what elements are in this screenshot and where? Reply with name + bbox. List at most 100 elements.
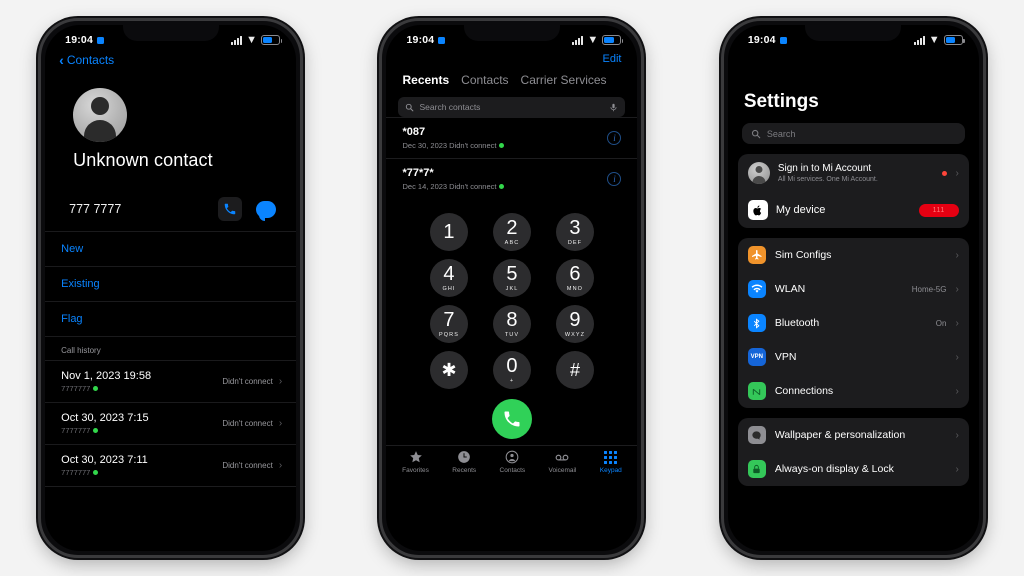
key-6[interactable]: 6 MNO bbox=[555, 259, 594, 297]
search-placeholder: Search contacts bbox=[419, 102, 481, 112]
contact-header: Unknown contact bbox=[45, 88, 296, 171]
call-date: Oct 30, 2023 7:15 bbox=[61, 412, 149, 424]
settings-item-wallpaper[interactable]: Wallpaper & personalization › bbox=[738, 418, 969, 452]
call-history-row[interactable]: Oct 30, 2023 7:15 7777777 Didn't connect… bbox=[45, 402, 297, 444]
key-8[interactable]: 8 TUV bbox=[492, 305, 531, 343]
lock-icon bbox=[747, 460, 766, 478]
voicemail-icon bbox=[555, 450, 569, 464]
phone-1-contact-details: 19:04 ▼ ‹ Contacts Unknown contact 777 7… bbox=[38, 18, 304, 558]
chevron-right-icon: › bbox=[955, 249, 959, 261]
recording-indicator-icon bbox=[97, 36, 105, 44]
battery-icon bbox=[943, 35, 965, 45]
key-1[interactable]: 1 bbox=[429, 213, 468, 251]
key-3[interactable]: 3 DEF bbox=[555, 213, 594, 251]
tab-favorites[interactable]: Favorites bbox=[402, 450, 429, 474]
key-0[interactable]: 0 + bbox=[492, 351, 531, 389]
chevron-left-icon: ‹ bbox=[59, 52, 64, 68]
wifi-icon: ▼ bbox=[587, 33, 599, 46]
chevron-right-icon: › bbox=[278, 376, 283, 387]
call-info-button[interactable]: i bbox=[607, 131, 622, 145]
my-device-label: My device bbox=[775, 204, 826, 216]
call-number: 7777777 bbox=[61, 468, 91, 477]
settings-item-always-on-display[interactable]: Always-on display & Lock › bbox=[738, 452, 969, 486]
back-to-contacts-button[interactable]: ‹ Contacts bbox=[59, 53, 114, 67]
bluetooth-icon bbox=[747, 314, 766, 332]
avatar bbox=[747, 162, 770, 184]
recent-title: *77*7* bbox=[402, 167, 434, 179]
phone-icon bbox=[224, 203, 236, 215]
phone-2-screen: 19:04 ▼ Edit Recents Contacts Carrier Se… bbox=[386, 25, 638, 551]
settings-item-bluetooth[interactable]: Bluetooth On › bbox=[738, 306, 969, 340]
settings-label: Connections bbox=[774, 385, 834, 397]
key-5[interactable]: 5 JKL bbox=[492, 259, 531, 297]
call-button[interactable] bbox=[491, 399, 532, 439]
settings-item-sim-configs[interactable]: Sim Configs › bbox=[738, 238, 969, 272]
recent-title: *087 bbox=[402, 126, 426, 138]
tab-contacts[interactable]: Contacts bbox=[461, 73, 508, 87]
personalization-card: Wallpaper & personalization › Always-on … bbox=[737, 418, 969, 486]
key-star[interactable]: ✱ bbox=[429, 351, 468, 389]
call-action-row bbox=[386, 389, 637, 445]
key-hash[interactable]: # bbox=[555, 351, 594, 389]
settings-search-input[interactable]: Search bbox=[741, 123, 965, 144]
tab-keypad[interactable]: Keypad bbox=[600, 450, 622, 474]
tab-carrier-services[interactable]: Carrier Services bbox=[521, 73, 607, 87]
call-status: Didn't connect bbox=[222, 419, 273, 428]
call-button[interactable] bbox=[218, 197, 243, 221]
key-7[interactable]: 7 PQRS bbox=[429, 305, 468, 343]
call-history-row[interactable]: Oct 30, 2023 7:11 7777777 Didn't connect… bbox=[45, 444, 297, 486]
message-button[interactable] bbox=[254, 197, 278, 221]
status-time: 19:04 bbox=[747, 34, 776, 46]
call-status: Didn't connect bbox=[222, 377, 273, 386]
phone-icon bbox=[504, 411, 520, 427]
chevron-right-icon: › bbox=[955, 317, 959, 329]
settings-value: On bbox=[935, 318, 947, 328]
phone-1-screen: 19:04 ▼ ‹ Contacts Unknown contact 777 7… bbox=[45, 25, 297, 551]
tab-recents-bottom[interactable]: Recents bbox=[452, 450, 476, 474]
tab-voicemail[interactable]: Voicemail bbox=[549, 450, 576, 474]
chevron-right-icon: › bbox=[955, 463, 959, 475]
recent-call-row[interactable]: *087 Dec 30, 2023 Didn't connect i bbox=[386, 117, 638, 158]
chevron-right-icon: › bbox=[955, 429, 959, 441]
chevron-right-icon: › bbox=[955, 283, 959, 295]
add-to-existing-contact-button[interactable]: Existing bbox=[45, 266, 297, 301]
chevron-right-icon: › bbox=[278, 460, 283, 471]
settings-item-connections[interactable]: Connections › bbox=[738, 374, 969, 408]
microphone-icon bbox=[610, 103, 617, 111]
call-history-row[interactable]: Nov 1, 2023 19:58 7777777 Didn't connect… bbox=[45, 360, 297, 402]
signal-icon bbox=[231, 35, 243, 45]
notch bbox=[463, 21, 560, 41]
call-info-button[interactable]: i bbox=[607, 172, 622, 186]
settings-item-wlan[interactable]: WLAN Home-5G › bbox=[738, 272, 969, 306]
vpn-icon: VPN bbox=[747, 348, 766, 366]
create-new-contact-button[interactable]: New bbox=[45, 231, 297, 266]
recording-indicator-icon bbox=[438, 36, 446, 44]
sim-indicator-icon bbox=[499, 143, 505, 148]
my-device-row[interactable]: My device 111 bbox=[738, 192, 969, 228]
sim-indicator-icon bbox=[93, 428, 99, 433]
key-9[interactable]: 9 WXYZ bbox=[555, 305, 594, 343]
device-badge: 111 bbox=[918, 203, 959, 217]
contact-name: Unknown contact bbox=[73, 150, 213, 170]
recent-call-row[interactable]: *77*7* Dec 14, 2023 Didn't connect i bbox=[386, 158, 638, 199]
navigation-bar: ‹ Contacts bbox=[45, 51, 296, 74]
page-title: Settings bbox=[743, 91, 819, 112]
flag-number-button[interactable]: Flag bbox=[45, 301, 297, 336]
tab-recents[interactable]: Recents bbox=[402, 73, 449, 87]
search-input[interactable]: Search contacts bbox=[398, 97, 626, 117]
device-icon bbox=[747, 200, 768, 220]
key-4[interactable]: 4 GHI bbox=[429, 259, 468, 297]
message-bubble-icon bbox=[256, 200, 277, 221]
settings-item-vpn[interactable]: VPN VPN › bbox=[738, 340, 969, 374]
chevron-right-icon: › bbox=[955, 351, 959, 363]
sign-in-mi-account-row[interactable]: Sign in to Mi Account All Mi services. O… bbox=[738, 154, 969, 192]
status-time: 19:04 bbox=[406, 34, 435, 46]
wifi-icon: ▼ bbox=[246, 33, 258, 46]
edit-button[interactable]: Edit bbox=[386, 51, 637, 65]
account-card: Sign in to Mi Account All Mi services. O… bbox=[737, 154, 969, 228]
tab-contacts-bottom[interactable]: Contacts bbox=[500, 450, 525, 474]
key-2[interactable]: 2 ABC bbox=[492, 213, 531, 251]
settings-label: Bluetooth bbox=[774, 317, 820, 329]
phone-3-settings: 19:04 ▼ Settings Search Sign in to Mi Ac… bbox=[720, 18, 986, 558]
phone-number[interactable]: 777 7777 bbox=[69, 202, 121, 216]
